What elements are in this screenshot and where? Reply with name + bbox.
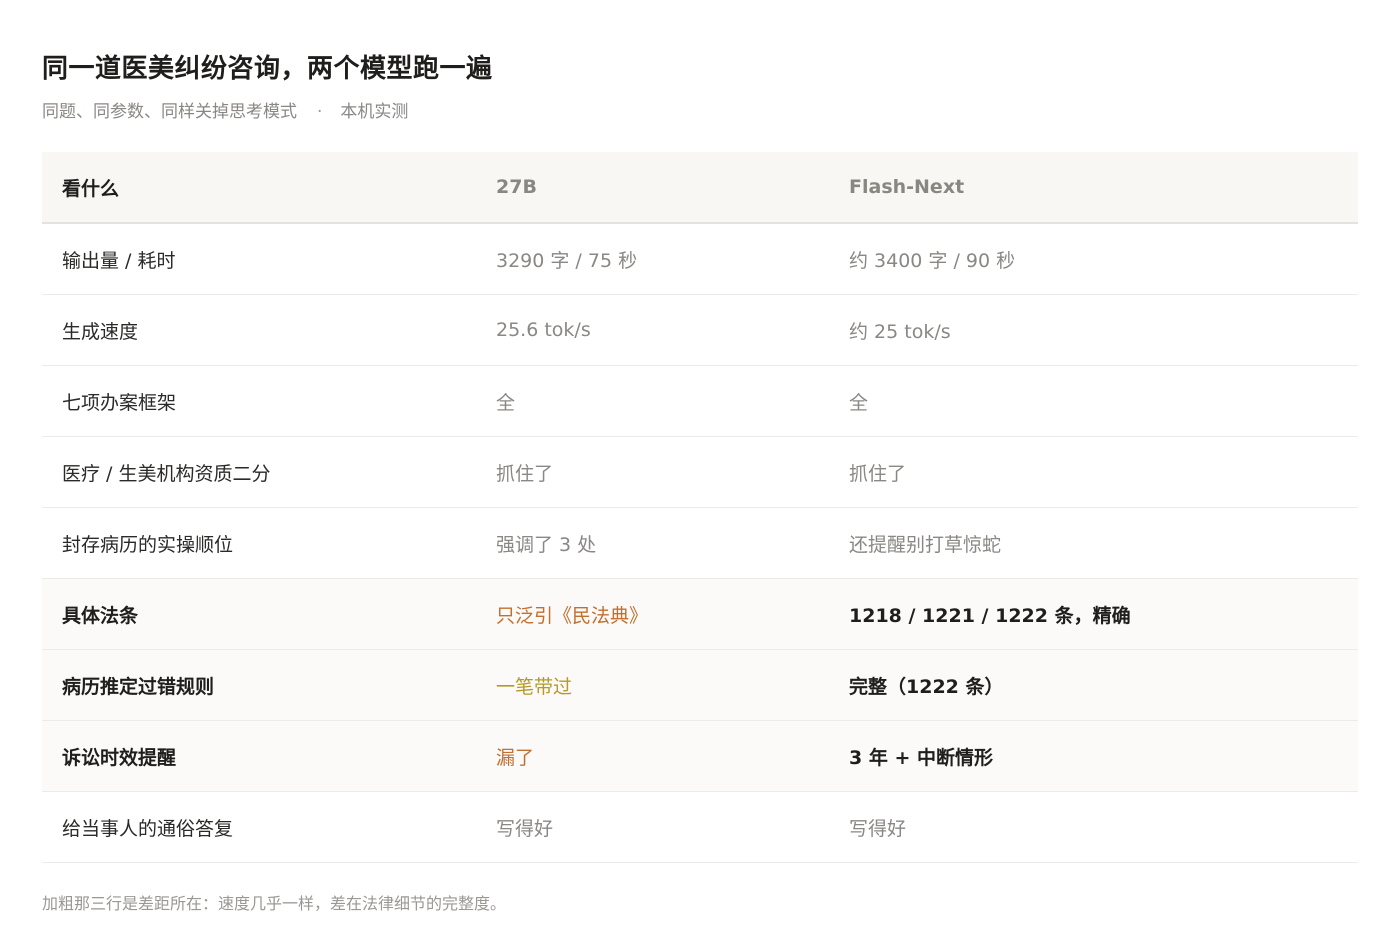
cell-flash-next: 约 3400 字 / 90 秒 <box>829 223 1358 295</box>
cell-27b: 只泛引《民法典》 <box>476 578 829 650</box>
cell-flash-next: 完整（1222 条） <box>829 649 1358 721</box>
cell-flash-next: 写得好 <box>829 791 1358 863</box>
subtitle-conditions: 同题、同参数、同样关掉思考模式 <box>42 102 297 122</box>
cell-flash-next: 抓住了 <box>829 436 1358 508</box>
row-label: 医疗 / 生美机构资质二分 <box>42 436 476 508</box>
footnote: 加粗那三行是差距所在：速度几乎一样，差在法律细节的完整度。 <box>42 894 507 913</box>
table-header-row: 看什么 27B Flash-Next <box>42 152 1358 224</box>
page-subtitle: 同题、同参数、同样关掉思考模式 · 本机实测 <box>42 97 408 122</box>
row-label: 具体法条 <box>42 578 476 650</box>
row-label: 病历推定过错规则 <box>42 649 476 721</box>
table-row: 给当事人的通俗答复 写得好 写得好 <box>42 791 1358 863</box>
cell-flash-next: 全 <box>829 365 1358 437</box>
subtitle-source: 本机实测 <box>340 102 409 122</box>
row-label: 七项办案框架 <box>42 365 476 437</box>
cell-flash-next: 约 25 tok/s <box>829 294 1358 366</box>
row-label: 生成速度 <box>42 294 476 366</box>
cell-27b: 3290 字 / 75 秒 <box>476 223 829 295</box>
cell-27b: 漏了 <box>476 720 829 792</box>
column-header-aspect: 看什么 <box>42 152 476 224</box>
cell-27b: 写得好 <box>476 791 829 863</box>
table-row-highlight: 具体法条 只泛引《民法典》 1218 / 1221 / 1222 条，精确 <box>42 578 1358 650</box>
table-row: 七项办案框架 全 全 <box>42 365 1358 437</box>
cell-flash-next: 1218 / 1221 / 1222 条，精确 <box>829 578 1358 650</box>
row-label: 输出量 / 耗时 <box>42 223 476 295</box>
table-row: 生成速度 25.6 tok/s 约 25 tok/s <box>42 294 1358 366</box>
table-row-highlight: 病历推定过错规则 一笔带过 完整（1222 条） <box>42 649 1358 721</box>
page-title: 同一道医美纠纷咨询，两个模型跑一遍 <box>42 54 493 84</box>
table-row: 封存病历的实操顺位 强调了 3 处 还提醒别打草惊蛇 <box>42 507 1358 579</box>
subtitle-separator: · <box>317 102 323 122</box>
row-label: 诉讼时效提醒 <box>42 720 476 792</box>
table-row: 医疗 / 生美机构资质二分 抓住了 抓住了 <box>42 436 1358 508</box>
column-header-27b: 27B <box>476 152 829 224</box>
row-label: 给当事人的通俗答复 <box>42 791 476 863</box>
cell-27b: 抓住了 <box>476 436 829 508</box>
cell-flash-next: 3 年 + 中断情形 <box>829 720 1358 792</box>
cell-27b: 强调了 3 处 <box>476 507 829 579</box>
comparison-table: 看什么 27B Flash-Next 输出量 / 耗时 3290 字 / 75 … <box>42 152 1358 863</box>
column-header-flash-next: Flash-Next <box>829 152 1358 224</box>
cell-flash-next: 还提醒别打草惊蛇 <box>829 507 1358 579</box>
cell-27b: 全 <box>476 365 829 437</box>
table-row-highlight: 诉讼时效提醒 漏了 3 年 + 中断情形 <box>42 720 1358 792</box>
cell-27b: 25.6 tok/s <box>476 294 829 366</box>
row-label: 封存病历的实操顺位 <box>42 507 476 579</box>
table-row: 输出量 / 耗时 3290 字 / 75 秒 约 3400 字 / 90 秒 <box>42 223 1358 295</box>
cell-27b: 一笔带过 <box>476 649 829 721</box>
